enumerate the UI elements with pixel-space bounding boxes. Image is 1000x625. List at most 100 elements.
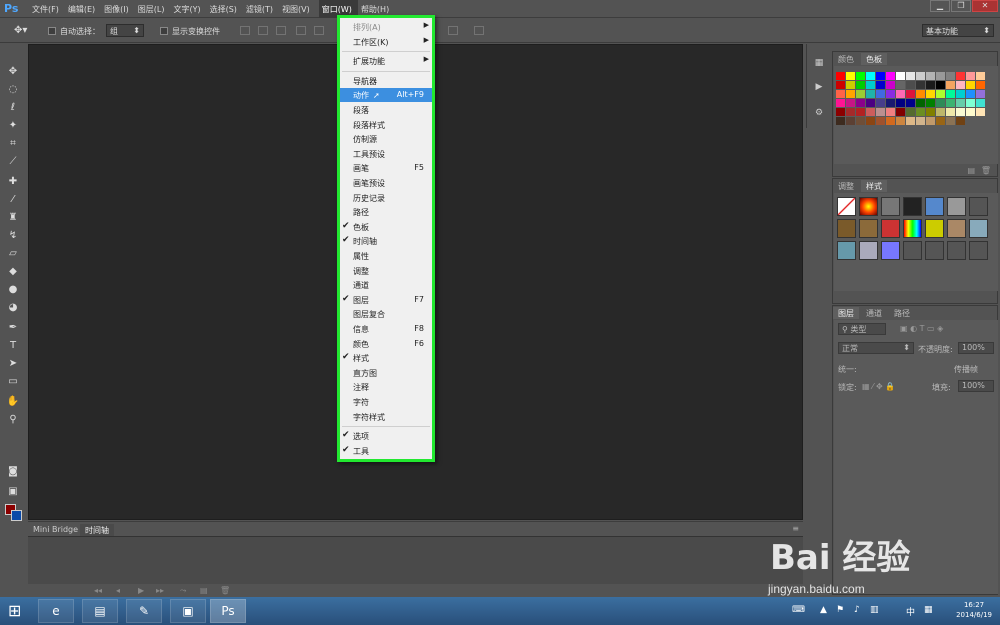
- color-swatch[interactable]: [866, 108, 875, 116]
- window-menu-item[interactable]: 画笔预设: [340, 176, 432, 190]
- color-swatch[interactable]: [836, 108, 845, 116]
- color-swatch[interactable]: [906, 90, 915, 98]
- style-preset[interactable]: [903, 197, 922, 216]
- window-menu-item[interactable]: 工作区(K) ▶: [340, 35, 432, 49]
- healing-brush-icon[interactable]: ✚: [4, 174, 22, 190]
- color-swatch[interactable]: [926, 117, 935, 125]
- color-swatch[interactable]: [956, 72, 965, 80]
- style-preset[interactable]: [859, 219, 878, 238]
- menu-item-1[interactable]: 编辑(E): [68, 0, 101, 18]
- color-swatch[interactable]: [866, 117, 875, 125]
- menu-item-7[interactable]: 视图(V): [282, 0, 316, 18]
- layer-filter-dropdown[interactable]: ⚲ 类型: [838, 323, 886, 335]
- color-swatch[interactable]: [856, 99, 865, 107]
- color-swatch[interactable]: [956, 81, 965, 89]
- color-swatch[interactable]: [946, 117, 955, 125]
- history-brush-icon[interactable]: ↯: [4, 228, 22, 244]
- ime-mode-icon[interactable]: ▦: [924, 605, 933, 615]
- screen-mode-icon[interactable]: ▣: [4, 484, 22, 500]
- color-swatch[interactable]: [896, 81, 905, 89]
- color-swatch[interactable]: [906, 108, 915, 116]
- color-swatch[interactable]: [836, 72, 845, 80]
- tab-styles[interactable]: 样式: [861, 180, 887, 192]
- style-preset[interactable]: [969, 197, 988, 216]
- color-swatch[interactable]: [956, 117, 965, 125]
- color-swatch[interactable]: [846, 81, 855, 89]
- color-swatch[interactable]: [946, 72, 955, 80]
- window-menu-item[interactable]: ✔ 时间轴: [340, 234, 432, 248]
- tab-layers[interactable]: 图层: [833, 307, 859, 319]
- eyedropper-icon[interactable]: ⟋: [4, 154, 22, 170]
- pen-tool-icon[interactable]: ✒: [4, 320, 22, 336]
- style-preset[interactable]: [859, 197, 878, 216]
- align-left-icon[interactable]: [296, 26, 306, 35]
- color-swatch[interactable]: [866, 99, 875, 107]
- window-menu-item[interactable]: 注释: [340, 380, 432, 394]
- color-swatch[interactable]: [966, 99, 975, 107]
- delete-swatch-icon[interactable]: 🗑: [981, 166, 991, 175]
- window-menu-item[interactable]: 通道: [340, 278, 432, 292]
- color-swatch[interactable]: [916, 108, 925, 116]
- window-menu-item[interactable]: ✔ 工具: [340, 444, 432, 458]
- new-swatch-icon[interactable]: ▤: [967, 166, 975, 175]
- color-swatch[interactable]: [936, 108, 945, 116]
- color-swatch[interactable]: [966, 72, 975, 80]
- delete-frame-icon[interactable]: 🗑: [220, 586, 230, 595]
- color-swatch[interactable]: [836, 81, 845, 89]
- window-menu-item[interactable]: 路径: [340, 205, 432, 219]
- brush-tool-icon[interactable]: ⁄: [4, 192, 22, 208]
- color-swatch[interactable]: [916, 90, 925, 98]
- network-icon[interactable]: ▥: [870, 605, 879, 615]
- history-panel-icon[interactable]: ▦: [811, 58, 827, 72]
- play-icon[interactable]: ▶: [138, 586, 144, 595]
- color-swatch[interactable]: [956, 90, 965, 98]
- style-preset[interactable]: [925, 197, 944, 216]
- speaker-icon[interactable]: ♪: [854, 605, 860, 615]
- menu-item-3[interactable]: 图层(L): [138, 0, 171, 18]
- color-swatch[interactable]: [916, 99, 925, 107]
- color-swatch[interactable]: [876, 72, 885, 80]
- window-menu-item[interactable]: 图层复合: [340, 307, 432, 321]
- color-swatch[interactable]: [946, 108, 955, 116]
- color-swatch[interactable]: [966, 90, 975, 98]
- color-swatch[interactable]: [866, 72, 875, 80]
- menu-item-6[interactable]: 滤镜(T): [246, 0, 279, 18]
- auto-align-icon[interactable]: [474, 26, 484, 35]
- auto-select-checkbox[interactable]: [48, 27, 56, 35]
- color-swatch[interactable]: [846, 117, 855, 125]
- color-swatch[interactable]: [866, 90, 875, 98]
- style-preset[interactable]: [947, 219, 966, 238]
- window-menu-item[interactable]: 调整: [340, 264, 432, 278]
- color-swatch[interactable]: [846, 99, 855, 107]
- fill-field[interactable]: 100%: [958, 380, 994, 392]
- color-swatch[interactable]: [876, 90, 885, 98]
- color-swatch[interactable]: [926, 72, 935, 80]
- align-vcenter-icon[interactable]: [258, 26, 268, 35]
- align-bottom-icon[interactable]: [276, 26, 286, 35]
- window-menu-item[interactable]: 导航器: [340, 74, 432, 88]
- style-preset[interactable]: [837, 219, 856, 238]
- minimize-button[interactable]: ▁: [930, 0, 950, 12]
- color-swatch[interactable]: [856, 117, 865, 125]
- color-swatch[interactable]: [976, 90, 985, 98]
- color-swatch[interactable]: [836, 90, 845, 98]
- keyboard-icon[interactable]: ⌨: [792, 605, 805, 615]
- color-swatch[interactable]: [936, 90, 945, 98]
- color-swatch[interactable]: [856, 72, 865, 80]
- duplicate-frame-icon[interactable]: ▤: [200, 586, 208, 595]
- tray-arrow-icon[interactable]: ▲: [820, 605, 827, 615]
- color-swatch[interactable]: [936, 99, 945, 107]
- windows-start-icon[interactable]: ⊞: [8, 601, 21, 620]
- color-swatch[interactable]: [886, 99, 895, 107]
- style-preset[interactable]: [925, 219, 944, 238]
- crop-tool-icon[interactable]: ⌗: [4, 136, 22, 152]
- color-swatch[interactable]: [976, 108, 985, 116]
- window-menu-item[interactable]: 字符: [340, 395, 432, 409]
- style-preset[interactable]: [947, 197, 966, 216]
- tab-swatches[interactable]: 色板: [861, 53, 887, 65]
- tab-timeline[interactable]: 时间轴: [80, 524, 114, 536]
- blend-mode-dropdown[interactable]: 正常 ⬍: [838, 342, 914, 354]
- type-tool-icon[interactable]: T: [4, 338, 22, 354]
- window-menu-item[interactable]: 排列(A) ▶: [340, 20, 432, 34]
- color-swatch[interactable]: [886, 90, 895, 98]
